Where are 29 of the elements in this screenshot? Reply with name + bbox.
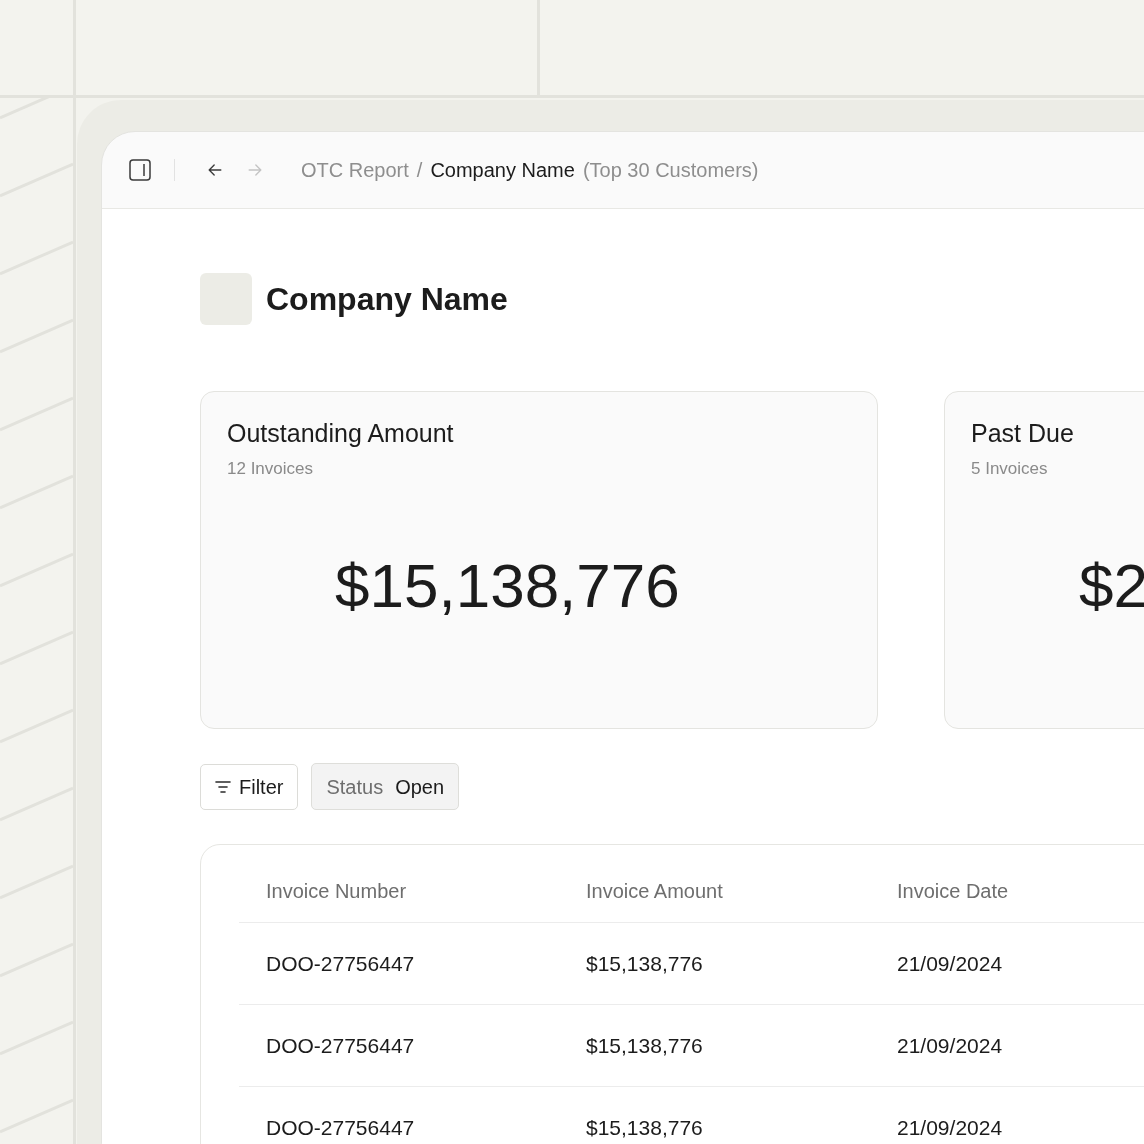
- sidebar-icon: [129, 159, 151, 181]
- company-logo-placeholder: [200, 273, 252, 325]
- table-cell-text: 21/09/2024: [896, 950, 1004, 977]
- column-header: Invoice Amount: [585, 878, 724, 904]
- chip-value: Open: [395, 774, 445, 800]
- filter-icon: [215, 779, 231, 794]
- card-title: Past Due: [971, 418, 1075, 448]
- table-cell-text: 21/09/2024: [896, 1114, 1004, 1141]
- table-cell-text: DOO-27756447: [265, 1032, 416, 1059]
- filter-button[interactable]: Filter: [200, 763, 299, 810]
- breadcrumb-current: Company Name: [430, 158, 575, 183]
- chip-label: Status: [326, 774, 384, 800]
- table-cell-text: $15,138,776: [585, 950, 704, 977]
- table-cell-text: $15,138,776: [585, 1114, 704, 1141]
- card-subtitle: 12 Invoices: [227, 458, 314, 480]
- page-title: Company Name: [266, 280, 508, 319]
- table-cell-text: 21/09/2024: [896, 1032, 1004, 1059]
- card-subtitle: 5 Invoices: [971, 458, 1049, 480]
- column-header: Invoice Date: [896, 878, 1010, 904]
- table-cell-text: $15,138,776: [585, 1032, 704, 1059]
- card-title: Outstanding Amount: [227, 418, 455, 448]
- breadcrumb-separator: /: [416, 158, 423, 183]
- filter-chip[interactable]: Status Open: [311, 763, 460, 810]
- table-cell-text: DOO-27756447: [265, 950, 416, 977]
- card-value: $15,138,776: [335, 549, 681, 622]
- breadcrumb-note: (Top 30 Customers): [582, 158, 759, 183]
- column-header: Invoice Number: [265, 878, 408, 904]
- table-cell-text: DOO-27756447: [265, 1114, 416, 1141]
- sidebar-toggle-button[interactable]: [128, 158, 152, 182]
